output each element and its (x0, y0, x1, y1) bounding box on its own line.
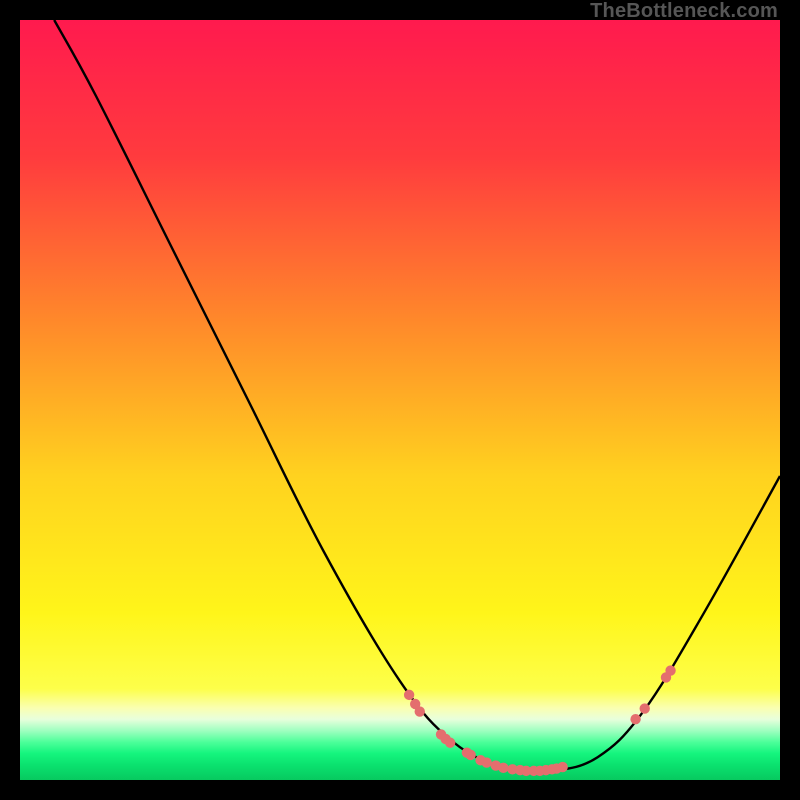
data-point (630, 714, 640, 724)
data-point (498, 763, 508, 773)
data-points (404, 665, 676, 776)
data-point (445, 738, 455, 748)
data-point (465, 750, 475, 760)
data-point (557, 762, 567, 772)
data-point (640, 703, 650, 713)
chart-frame (20, 20, 780, 780)
data-point (415, 706, 425, 716)
data-point (404, 690, 414, 700)
data-point (481, 757, 491, 767)
bottleneck-curve (54, 20, 780, 772)
data-point (665, 665, 675, 675)
chart-plot (20, 20, 780, 780)
watermark-text: TheBottleneck.com (590, 0, 778, 23)
